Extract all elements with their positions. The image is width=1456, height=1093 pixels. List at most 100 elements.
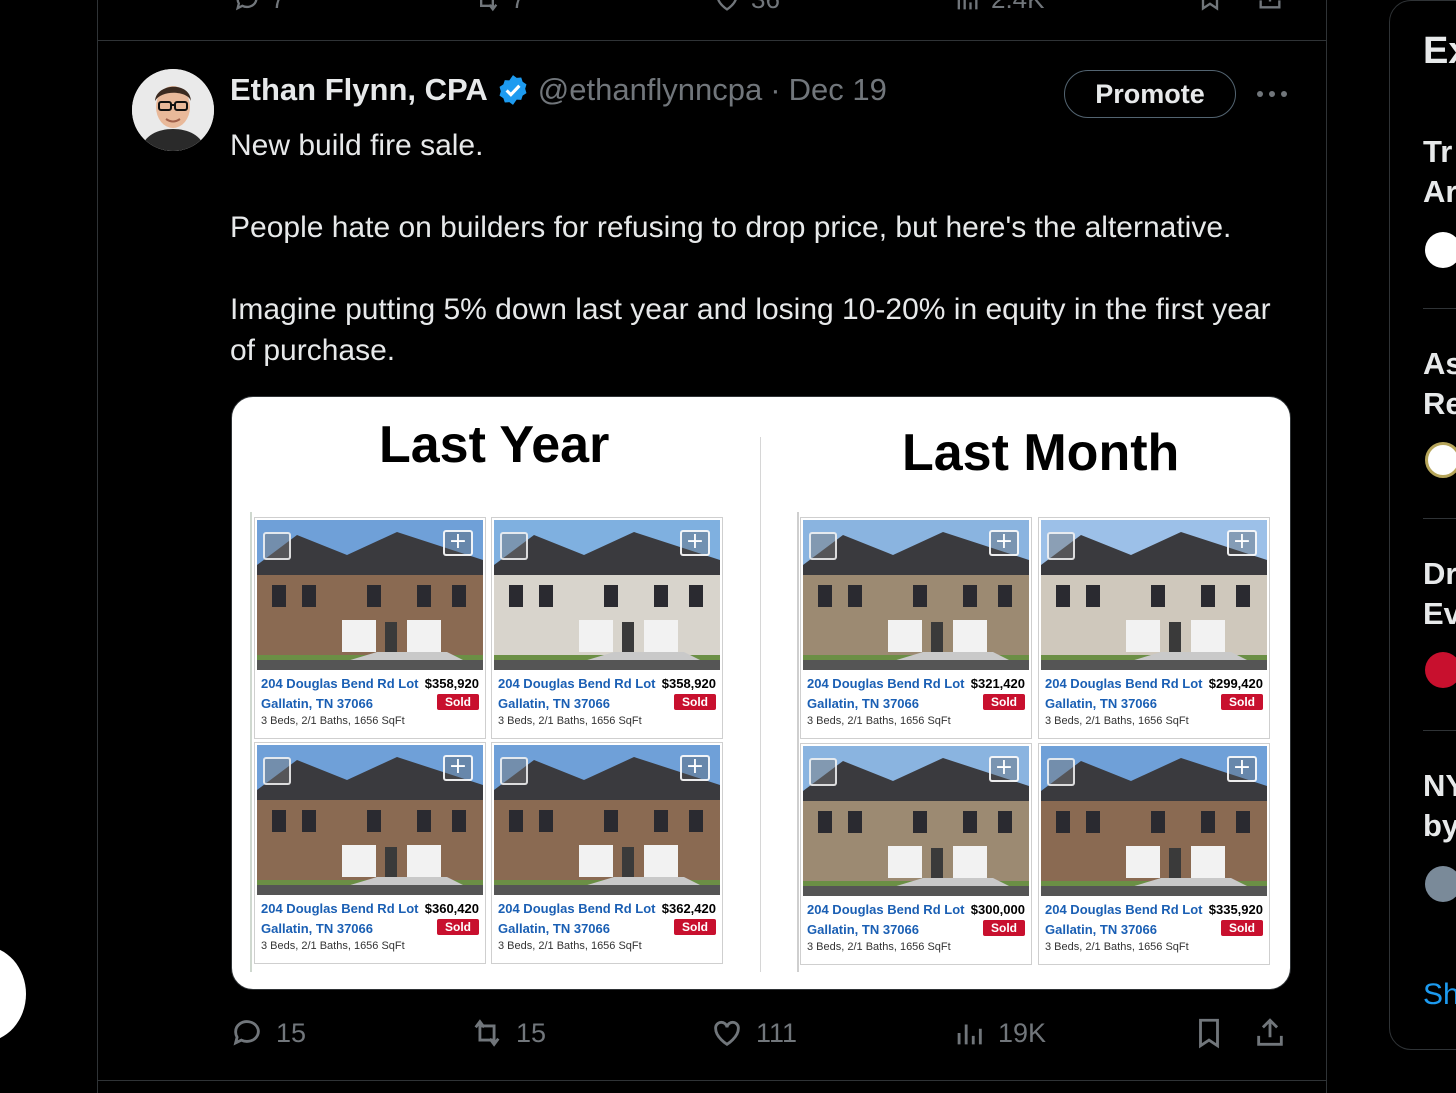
select-checkbox[interactable] [809,758,837,786]
listing-address[interactable]: 204 Douglas Bend Rd Lot [1045,902,1205,917]
author-handle[interactable]: @ethanflynncpa [538,72,763,108]
header-separator: · [770,72,781,107]
listing-price: $362,420 [661,901,716,916]
listing-city[interactable]: Gallatin, TN 37066 [807,696,919,711]
prev-repost-button[interactable]: 7 [473,0,525,15]
sold-badge: Sold [437,919,479,935]
floating-action-button[interactable] [0,946,26,1042]
sold-badge: Sold [674,919,716,935]
trend-separator [1423,518,1456,519]
listing-address[interactable]: 204 Douglas Bend Rd Lot [261,676,421,691]
show-more-link[interactable]: Sh [1423,978,1456,1012]
like-button[interactable]: 111 [710,1016,797,1050]
add-to-folder-icon[interactable]: + [443,530,473,556]
views-button[interactable]: 19K [952,1016,1046,1050]
tweet-paragraph-3: Imagine putting 5% down last year and lo… [230,293,1271,367]
listing-card[interactable]: + 204 Douglas Bend Rd Lot $321,420 Galla… [800,517,1032,739]
trend-4-line-2[interactable]: by [1423,808,1456,844]
sold-badge: Sold [437,694,479,710]
promote-button[interactable]: Promote [1064,70,1236,118]
select-checkbox[interactable] [1047,532,1075,560]
prev-views-button[interactable]: 2.4K [953,0,1045,15]
prev-like-count: 36 [751,0,780,15]
listing-city[interactable]: Gallatin, TN 37066 [807,922,919,937]
listing-city[interactable]: Gallatin, TN 37066 [261,696,373,711]
trend-3-line-2[interactable]: Ev [1423,596,1456,632]
listing-card[interactable]: + 204 Douglas Bend Rd Lot $358,920 Galla… [254,517,486,739]
media-divider [760,437,761,972]
tweet-actions: 15 15 111 19K [230,1016,1290,1056]
listing-address[interactable]: 204 Douglas Bend Rd Lot [807,676,967,691]
last-year-title: Last Year [379,416,610,474]
select-checkbox[interactable] [809,532,837,560]
trend-1-avatar [1425,232,1456,268]
right-grid-edge [797,512,799,972]
trend-2-line-1[interactable]: As [1423,346,1456,382]
add-to-folder-icon[interactable]: + [680,755,710,781]
bookmark-button[interactable] [1192,1016,1226,1050]
repost-icon [480,0,498,11]
listing-card[interactable]: + 204 Douglas Bend Rd Lot $335,920 Galla… [1038,743,1270,965]
listing-address[interactable]: 204 Douglas Bend Rd Lot [261,901,421,916]
trend-4-line-1[interactable]: NY [1423,768,1456,804]
prev-like-button[interactable]: 36 [713,0,780,15]
select-checkbox[interactable] [263,757,291,785]
listing-address[interactable]: 204 Douglas Bend Rd Lot [1045,676,1205,691]
add-to-folder-icon[interactable]: + [680,530,710,556]
listing-specs: 3 Beds, 2/1 Baths, 1656 SqFt [498,715,642,727]
tweet-date[interactable]: Dec 19 [789,72,887,108]
listing-specs: 3 Beds, 2/1 Baths, 1656 SqFt [498,940,642,952]
trend-separator [1423,308,1456,309]
listing-address[interactable]: 204 Douglas Bend Rd Lot [807,902,967,917]
add-to-folder-icon[interactable]: + [443,755,473,781]
listing-card[interactable]: + 204 Douglas Bend Rd Lot $360,420 Galla… [254,742,486,964]
listing-price: $358,920 [424,676,479,691]
trend-1-line-1[interactable]: Tr [1423,134,1452,170]
add-to-folder-icon[interactable]: + [1227,756,1257,782]
listing-city[interactable]: Gallatin, TN 37066 [261,921,373,936]
select-checkbox[interactable] [500,757,528,785]
tweet-bottom-border [97,1080,1326,1081]
listing-city[interactable]: Gallatin, TN 37066 [1045,922,1157,937]
trend-2-line-2[interactable]: Re [1423,386,1456,422]
views-icon [957,0,978,9]
listing-address[interactable]: 204 Douglas Bend Rd Lot [498,676,658,691]
more-options-button[interactable] [1254,78,1290,110]
listing-card[interactable]: + 204 Douglas Bend Rd Lot $299,420 Galla… [1038,517,1270,739]
listing-card[interactable]: + 204 Douglas Bend Rd Lot $362,420 Galla… [491,742,723,964]
listing-city[interactable]: Gallatin, TN 37066 [498,696,610,711]
author-name[interactable]: Ethan Flynn, CPA [230,72,488,108]
bookmark-icon [1199,1018,1219,1049]
listing-city[interactable]: Gallatin, TN 37066 [498,921,610,936]
trend-3-line-1[interactable]: Dr [1423,556,1456,592]
prev-share-button[interactable] [1256,0,1284,12]
repost-icon [474,1019,500,1047]
listing-address[interactable]: 204 Douglas Bend Rd Lot [498,901,658,916]
prev-bookmark-button[interactable] [1196,0,1224,12]
tweet-media-image[interactable]: Last Year Last Month + 204 Douglas Bend … [231,396,1291,990]
repost-button[interactable]: 15 [470,1016,546,1050]
select-checkbox[interactable] [1047,758,1075,786]
reply-button[interactable]: 15 [230,1016,306,1050]
last-month-title: Last Month [902,424,1180,482]
repost-count: 15 [516,1017,547,1048]
listing-price: $299,420 [1208,676,1263,691]
reply-icon [233,1020,260,1046]
select-checkbox[interactable] [263,532,291,560]
listing-card[interactable]: + 204 Douglas Bend Rd Lot $300,000 Galla… [800,743,1032,965]
listing-specs: 3 Beds, 2/1 Baths, 1656 SqFt [1045,941,1189,953]
prev-reply-count: 7 [271,0,285,15]
add-to-folder-icon[interactable]: + [989,530,1019,556]
avatar[interactable] [132,69,214,151]
prev-reply-button[interactable]: 7 [233,0,285,15]
add-to-folder-icon[interactable]: + [989,756,1019,782]
verified-badge-icon[interactable] [496,73,530,107]
select-checkbox[interactable] [500,532,528,560]
like-count: 111 [756,1017,798,1048]
listing-city[interactable]: Gallatin, TN 37066 [1045,696,1157,711]
listing-specs: 3 Beds, 2/1 Baths, 1656 SqFt [807,715,951,727]
add-to-folder-icon[interactable]: + [1227,530,1257,556]
listing-card[interactable]: + 204 Douglas Bend Rd Lot $358,920 Galla… [491,517,723,739]
share-button[interactable] [1253,1016,1287,1050]
trend-1-line-2[interactable]: Ar [1423,174,1456,210]
